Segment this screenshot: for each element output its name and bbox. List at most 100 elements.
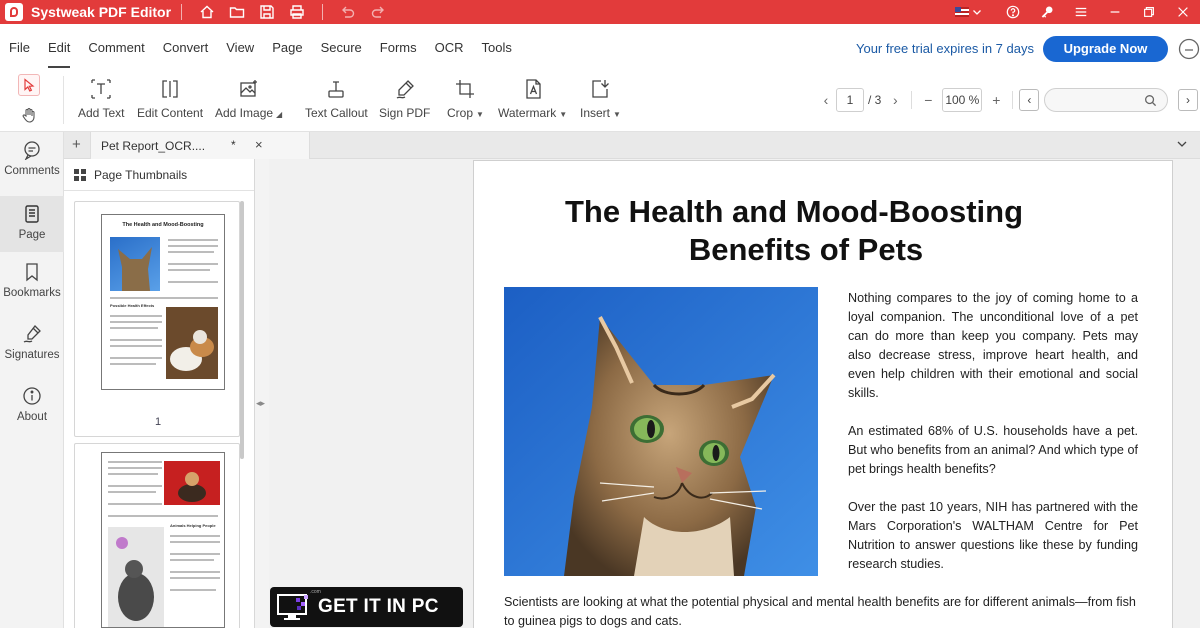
thumbnail-page-number: 1 [154, 416, 162, 428]
thumbnail-text-line [110, 315, 162, 317]
thumbnail-page-2[interactable]: Animals Helping People [74, 443, 240, 628]
body-paragraph: Nothing compares to the joy of coming ho… [848, 291, 1138, 400]
menu-edit[interactable]: Edit [39, 24, 79, 68]
menu-bar: File Edit Comment Convert View Page Secu… [0, 24, 1200, 68]
grid-icon [74, 168, 86, 181]
sidebar-item-label: Comments [4, 165, 60, 177]
close-tab-icon[interactable]: × [255, 137, 263, 152]
menu-ocr[interactable]: OCR [426, 24, 473, 68]
thumbnail-text-line [110, 321, 162, 323]
chevron-down-icon[interactable] [1176, 138, 1188, 150]
minimize-icon[interactable] [1098, 0, 1132, 24]
panel-resize-handle[interactable]: ◂▸ [256, 398, 265, 409]
current-page-input[interactable]: 1 [836, 88, 864, 112]
thumbnail-text-line [110, 363, 156, 365]
menu-file[interactable]: File [0, 24, 39, 68]
page-thumbnails-panel: Page Thumbnails The Health and Mood-Boos… [64, 159, 255, 628]
search-input[interactable] [1044, 88, 1168, 112]
redo-icon[interactable] [363, 0, 393, 24]
add-image-expand-icon[interactable]: ◢ [276, 110, 282, 119]
crop-button[interactable]: Crop ▼ [447, 78, 484, 120]
previous-page-icon[interactable]: ‹ [816, 92, 836, 108]
sidebar-item-bookmarks[interactable]: Bookmarks [0, 262, 64, 312]
restore-icon[interactable] [1132, 0, 1166, 24]
sidebar-item-signatures[interactable]: Signatures [0, 324, 64, 374]
new-tab-icon[interactable]: + [72, 136, 81, 153]
crop-dropdown-icon[interactable]: ▼ [476, 110, 484, 119]
upgrade-now-button[interactable]: Upgrade Now [1043, 36, 1168, 62]
sign-pdf-button[interactable]: Sign PDF [379, 78, 430, 120]
chevron-down-icon[interactable] [972, 7, 982, 17]
search-icon [1145, 95, 1157, 107]
document-tab-title: Pet Report_OCR.... [101, 139, 206, 153]
document-tab[interactable]: Pet Report_OCR.... * × [90, 132, 310, 159]
language-flag-icon[interactable] [955, 7, 969, 17]
thumbnail-scrollbar[interactable] [240, 201, 244, 459]
thumbnail-cat-photo [110, 237, 160, 291]
close-window-icon[interactable] [1166, 0, 1200, 24]
menu-convert[interactable]: Convert [154, 24, 218, 68]
select-tool-icon[interactable] [18, 74, 40, 96]
save-icon[interactable] [252, 0, 282, 24]
thumbnail-text-line [168, 251, 214, 253]
help-icon[interactable] [996, 0, 1030, 24]
watermark-dropdown-icon[interactable]: ▼ [559, 110, 567, 119]
thumbnail-text-line [168, 263, 218, 265]
add-text-label: Add Text [78, 106, 125, 120]
add-text-button[interactable]: Add Text [78, 78, 124, 120]
key-icon[interactable] [1030, 0, 1064, 24]
thumbnail-cat-photo [108, 527, 164, 627]
open-folder-icon[interactable] [222, 0, 252, 24]
thumbnail-text-line [170, 535, 220, 537]
zoom-out-icon[interactable]: − [918, 92, 938, 108]
thumbnail-page-1[interactable]: The Health and Mood-Boosting Possible He… [74, 201, 240, 437]
add-image-button[interactable]: Add Image ◢ [215, 78, 282, 120]
insert-dropdown-icon[interactable]: ▼ [613, 110, 621, 119]
zoom-in-icon[interactable]: + [986, 92, 1006, 108]
sidebar-item-label: Signatures [4, 349, 60, 361]
pdf-page[interactable]: The Health and Mood-Boosting Benefits of… [473, 160, 1173, 628]
undo-icon[interactable] [333, 0, 363, 24]
menu-view[interactable]: View [217, 24, 263, 68]
add-text-icon [91, 79, 111, 99]
menu-secure[interactable]: Secure [312, 24, 371, 68]
sidebar-item-comments[interactable]: Comments [0, 138, 64, 190]
edit-content-label: Edit Content [137, 106, 204, 120]
edit-content-button[interactable]: Edit Content [137, 78, 203, 120]
thumbnail-text-line [170, 559, 214, 561]
zoom-level-input[interactable]: 100 % [942, 88, 983, 112]
hand-tool-icon[interactable] [18, 104, 40, 126]
next-page-icon[interactable]: › [885, 92, 905, 108]
home-icon[interactable] [192, 0, 222, 24]
sidebar-item-page[interactable]: Page [0, 196, 64, 252]
sidebar-item-label: Page [18, 229, 46, 241]
thumbnail-text-line [170, 571, 220, 573]
thumbnail-text-line [108, 515, 218, 517]
thumbnail-text-line [108, 485, 162, 487]
insert-button[interactable]: Insert ▼ [580, 78, 621, 120]
thumbnail-text-line [170, 541, 220, 543]
menu-page[interactable]: Page [263, 24, 311, 68]
hamburger-menu-icon[interactable] [1064, 0, 1098, 24]
thumbnail-text-line [170, 589, 216, 591]
menu-comment[interactable]: Comment [79, 24, 153, 68]
search-next-icon[interactable]: › [1178, 89, 1198, 111]
title-bar: Systweak PDF Editor [0, 0, 1200, 24]
document-title-line-1: The Health and Mood-Boosting [564, 194, 1024, 229]
thumbnail-text-line [168, 239, 218, 241]
search-previous-icon[interactable]: ‹ [1019, 89, 1040, 111]
thumbnail-text-line [110, 345, 162, 347]
body-paragraph: Over the past 10 years, NIH has partnere… [848, 500, 1138, 571]
page-total: / 3 [868, 93, 882, 107]
menu-forms[interactable]: Forms [371, 24, 426, 68]
user-account-icon[interactable] [1178, 38, 1200, 60]
menu-tools[interactable]: Tools [473, 24, 521, 68]
thumbnail-title-text: The Health and Mood-Boosting [122, 222, 204, 228]
print-icon[interactable] [282, 0, 312, 24]
sidebar-item-about[interactable]: About [0, 386, 64, 436]
edit-toolbar: Add Text Edit Content Add Image ◢ Text Ca… [0, 68, 1200, 132]
edit-content-icon [162, 80, 178, 98]
watermark-button[interactable]: Watermark ▼ [498, 78, 567, 120]
text-callout-button[interactable]: Text Callout [305, 78, 368, 120]
sign-pdf-label: Sign PDF [379, 106, 431, 120]
